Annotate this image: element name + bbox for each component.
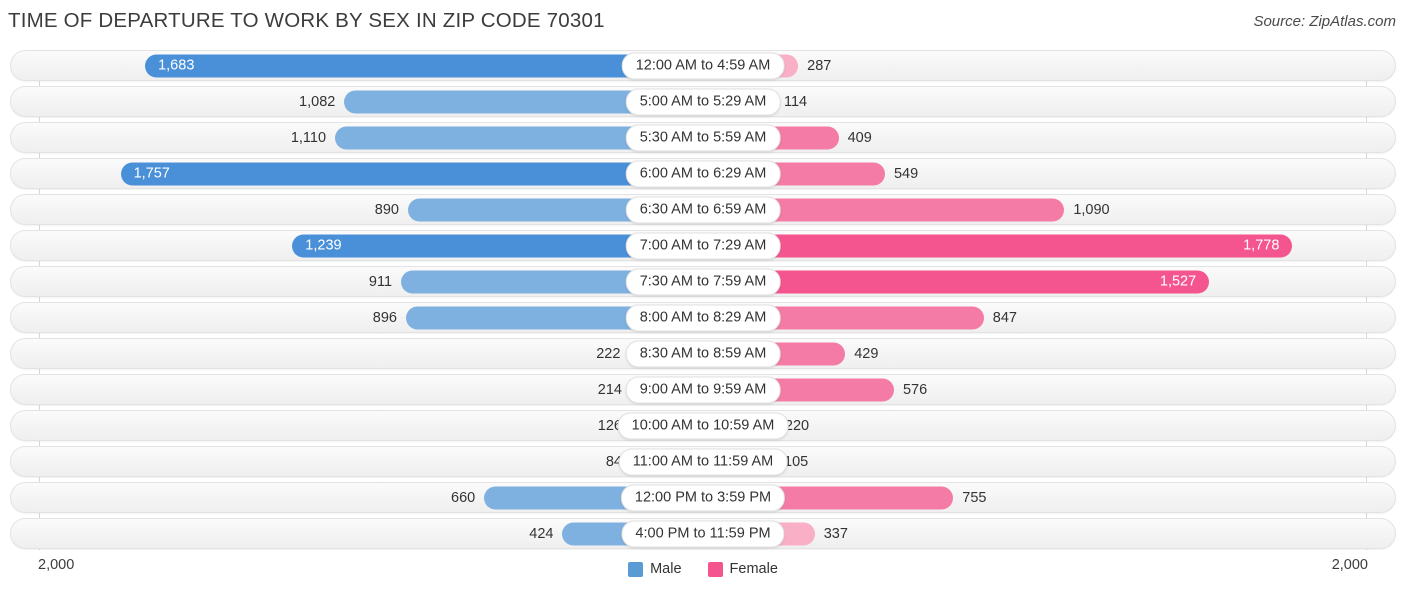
legend-label: Male [650,561,682,577]
page-title: TIME OF DEPARTURE TO WORK BY SEX IN ZIP … [8,9,605,32]
category-label: 7:30 AM to 7:59 AM [625,268,781,295]
chart-row-inner: 1,082 114 5:00 AM to 5:29 AM [11,87,1395,116]
bar-value-male: 896 [372,309,397,326]
chart-rows: 287 1,683 12:00 AM to 4:59 AM 1,082 114 5:00 … [10,50,1396,549]
bar-value-female: 337 [823,525,848,542]
bar-value-male: 1,239 [305,237,342,254]
bar-value-female: 105 [784,453,809,470]
bar-female[interactable]: 1,778 [703,234,1293,257]
legend-label: Female [729,561,778,577]
chart-row-inner: 890 1,090 6:30 AM to 6:59 AM [11,195,1395,224]
chart-row-inner: 126 220 10:00 AM to 10:59 AM [11,411,1395,440]
bar-value-female: 429 [854,345,879,362]
bar-value-male: 890 [374,201,399,218]
bar-value-male: 1,082 [299,93,336,110]
chart-row-inner: 287 1,683 12:00 AM to 4:59 AM [11,51,1395,80]
chart-row: 287 1,683 12:00 AM to 4:59 AM [10,50,1396,81]
chart-row: 126 220 10:00 AM to 10:59 AM [10,410,1396,441]
chart-plot-area: 287 1,683 12:00 AM to 4:59 AM 1,082 114 5:00 … [10,50,1396,556]
legend-swatch-icon [707,561,723,577]
chart-row-inner: 660 755 12:00 PM to 3:59 PM [11,483,1395,512]
chart-row: 911 1,527 7:30 AM to 7:59 AM [10,266,1396,297]
chart-row-inner: 911 1,527 7:30 AM to 7:59 AM [11,267,1395,296]
category-label: 4:00 PM to 11:59 PM [621,520,785,547]
bar-male[interactable]: 1,757 [120,162,703,185]
legend-item[interactable]: Female [707,561,778,577]
source-attribution: Source: ZipAtlas.com [1253,13,1396,30]
bar-value-female: 847 [992,309,1017,326]
chart-row: 424 337 4:00 PM to 11:59 PM [10,518,1396,549]
category-label: 10:00 AM to 10:59 AM [617,412,789,439]
category-label: 6:30 AM to 6:59 AM [625,196,781,223]
bar-value-female: 287 [807,57,832,74]
bar-value-male: 424 [529,525,554,542]
category-label: 5:30 AM to 5:59 AM [625,124,781,151]
legend-swatch-icon [628,561,644,577]
chart-row-inner: 896 847 8:00 AM to 8:29 AM [11,303,1395,332]
chart-row: 890 1,090 6:30 AM to 6:59 AM [10,194,1396,225]
category-label: 9:00 AM to 9:59 AM [625,376,781,403]
bar-value-male: 1,110 [290,129,327,146]
chart-row-inner: 84 105 11:00 AM to 11:59 AM [11,447,1395,476]
category-label: 6:00 AM to 6:29 AM [625,160,781,187]
chart-row-inner: 1,110 409 5:30 AM to 5:59 AM [11,123,1395,152]
category-label: 12:00 PM to 3:59 PM [620,484,786,511]
bar-value-female: 1,527 [1159,273,1197,290]
category-label: 5:00 AM to 5:29 AM [625,88,781,115]
bar-value-male: 222 [596,345,621,362]
bar-value-male: 660 [451,489,476,506]
category-label: 7:00 AM to 7:29 AM [625,232,781,259]
bar-value-female: 755 [962,489,987,506]
bar-value-female: 1,090 [1073,201,1110,218]
chart-row: 222 429 8:30 AM to 8:59 AM [10,338,1396,369]
chart-row-inner: 549 1,757 6:00 AM to 6:29 AM [11,159,1395,188]
bar-value-female: 1,778 [1243,237,1280,254]
chart-row-inner: 1,239 1,778 7:00 AM to 7:29 AM [11,231,1395,260]
chart-root: TIME OF DEPARTURE TO WORK BY SEX IN ZIP … [0,0,1406,595]
chart-row: 1,239 1,778 7:00 AM to 7:29 AM [10,230,1396,261]
chart-row-inner: 214 576 9:00 AM to 9:59 AM [11,375,1395,404]
chart-row: 214 576 9:00 AM to 9:59 AM [10,374,1396,405]
bar-value-female: 220 [784,417,810,434]
bar-value-male: 1,757 [133,165,170,182]
category-label: 8:00 AM to 8:29 AM [625,304,781,331]
chart-row: 84 105 11:00 AM to 11:59 AM [10,446,1396,477]
bar-value-male: 1,683 [158,57,195,74]
bar-value-female: 549 [893,165,919,182]
bar-male[interactable]: 1,683 [145,54,703,77]
chart-row-inner: 424 337 4:00 PM to 11:59 PM [11,519,1395,548]
chart-row: 549 1,757 6:00 AM to 6:29 AM [10,158,1396,189]
chart-row-inner: 222 429 8:30 AM to 8:59 AM [11,339,1395,368]
bar-value-female: 114 [784,93,808,110]
chart-row: 660 755 12:00 PM to 3:59 PM [10,482,1396,513]
category-label: 11:00 AM to 11:59 AM [618,448,788,475]
chart-row: 896 847 8:00 AM to 8:29 AM [10,302,1396,333]
bar-value-male: 214 [597,381,622,398]
bar-value-female: 576 [902,381,928,398]
bar-value-female: 409 [847,129,872,146]
category-label: 8:30 AM to 8:59 AM [625,340,781,367]
legend-item[interactable]: Male [628,561,682,577]
chart-row: 1,082 114 5:00 AM to 5:29 AM [10,86,1396,117]
bar-value-male: 911 [368,273,393,290]
chart-row: 1,110 409 5:30 AM to 5:59 AM [10,122,1396,153]
chart-legend: Male Female [0,561,1406,577]
category-label: 12:00 AM to 4:59 AM [621,52,785,79]
